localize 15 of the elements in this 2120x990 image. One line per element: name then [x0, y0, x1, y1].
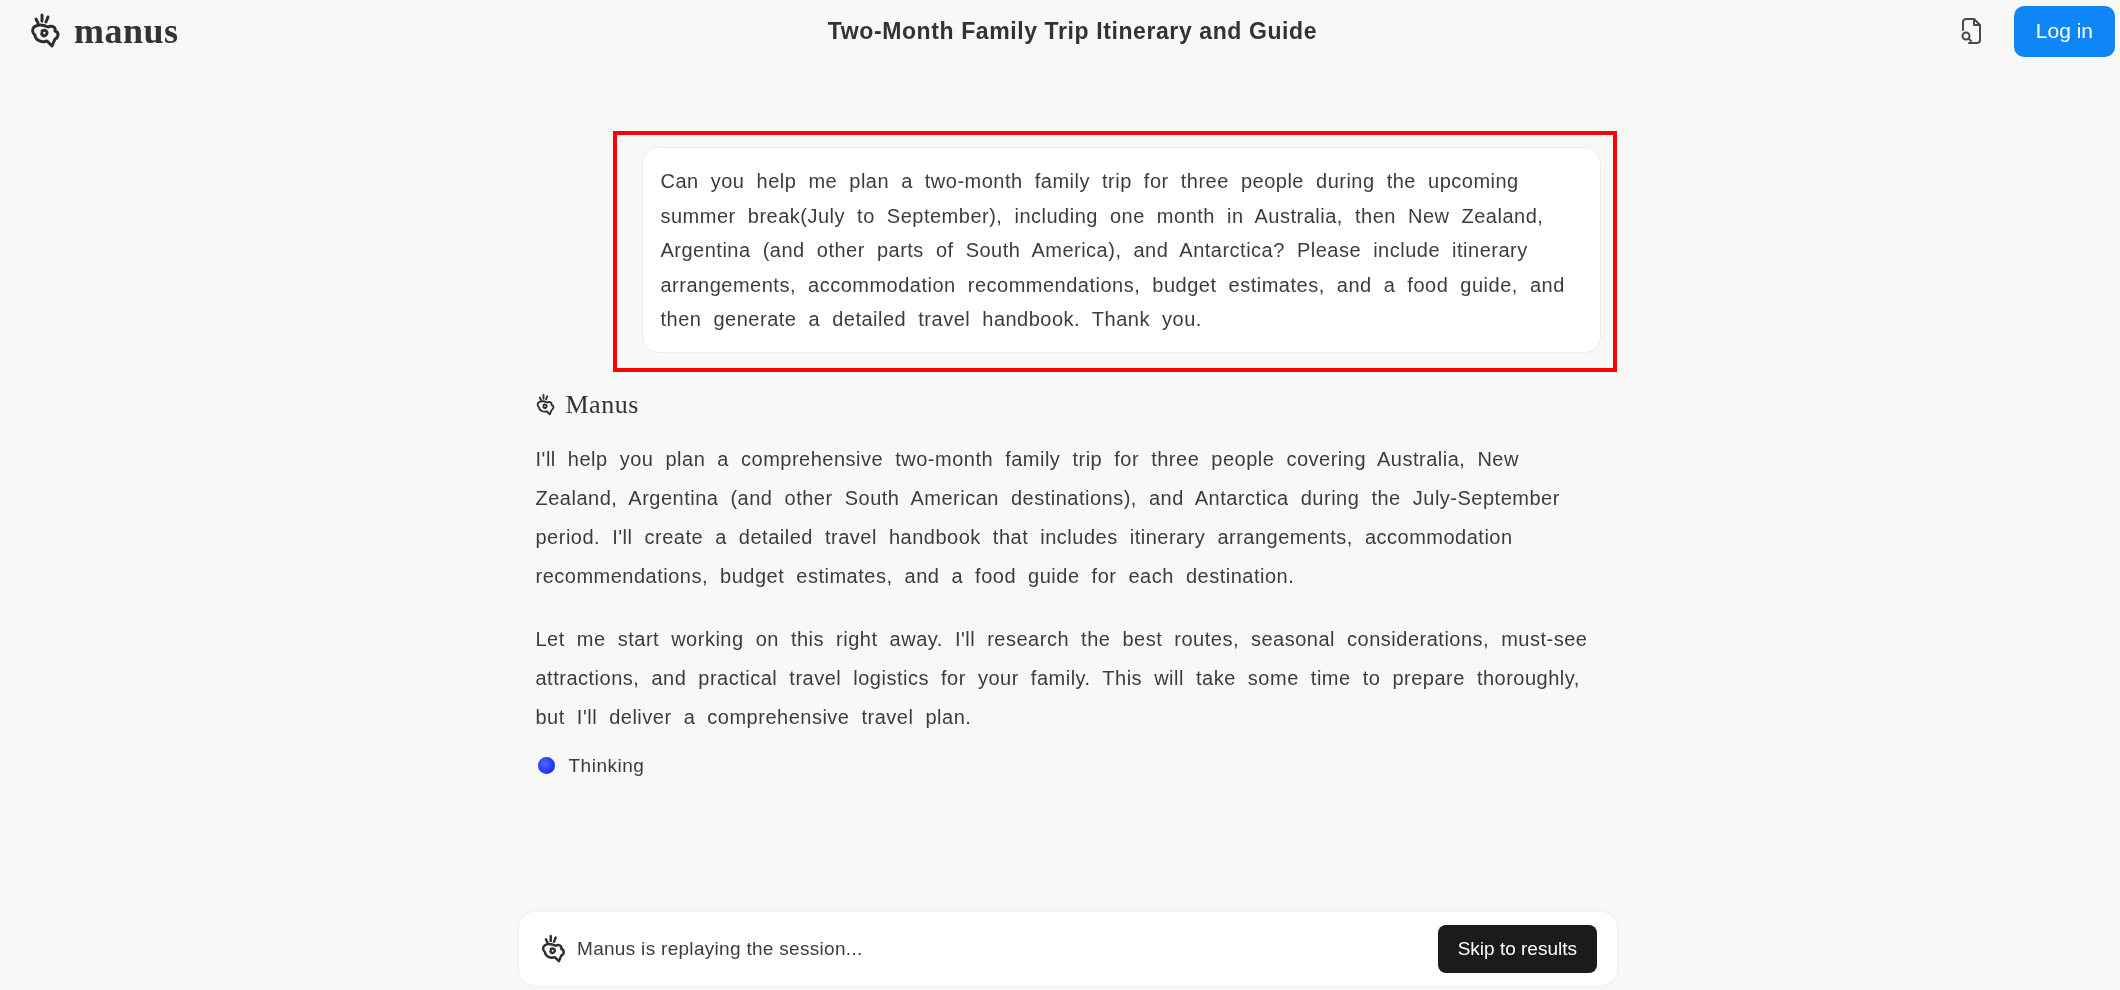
status-dot-icon — [537, 757, 555, 774]
assistant-message: Let me start working on this right away. I'll research the best routes, seasonal considerations, must-see attractions, and practical travel logistics for your family. This will take some time to prepare thoroughly, but I'll deliver a comprehensive travel plan. — [535, 626, 1589, 730]
status-text: Thinking — [568, 754, 645, 777]
document-search-icon[interactable] — [1959, 18, 1982, 44]
page-title: Two-Month Family Trip Itinerary and Guide — [827, 17, 1318, 45]
replay-status-text: Manus is replaying the session... — [577, 937, 863, 960]
logo-text: manus — [74, 10, 179, 52]
logo-icon — [30, 13, 62, 49]
logo-icon — [541, 933, 567, 964]
message-text: Can you help me plan a two-month family trip for three people during the upcoming summer break(July to September), including one month in Australia, then New Zealand, Argentina (and other parts of South America), and Antarctica? Please include itinerary arrangements, accommodation recommendations, budget estimates, and a food guide, and then generate a detailed travel handbook. Thank you. — [660, 169, 1566, 332]
logo-icon — [535, 392, 556, 417]
skip-to-results-button[interactable]: Skip to results — [1437, 924, 1597, 973]
login-button[interactable]: Log in — [2013, 5, 2115, 57]
assistant-name: Manus — [565, 389, 639, 420]
assistant-message: I'll help you plan a comprehensive two-month family trip for three people covering Australia, New Zealand, Argentina (and other South American destinations), and Antarctica during the July-September period. I'll create a detailed travel handbook that includes itinerary arrangements, accommodation recommendations, budget estimates, and a food guide for each destination. — [535, 446, 1561, 589]
